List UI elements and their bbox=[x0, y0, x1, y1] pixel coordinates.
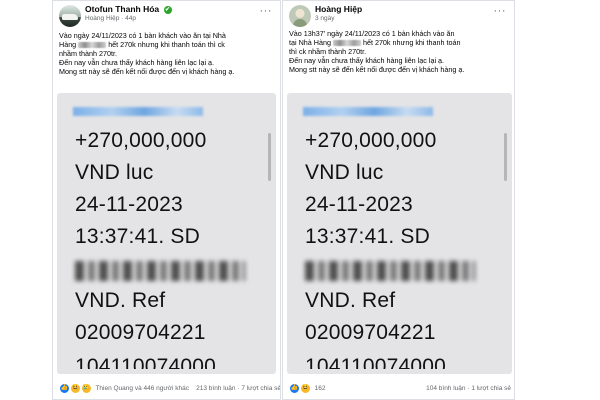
post-subauthor[interactable]: Hoàng Hiệp bbox=[85, 15, 119, 22]
verified-icon: ✔ bbox=[163, 6, 172, 14]
post-time[interactable]: 3 ngày bbox=[315, 15, 335, 22]
reactions-text[interactable]: Thien Quang và 446 người khác bbox=[95, 385, 189, 392]
sms-ref-number: 02009704221 bbox=[305, 321, 436, 344]
reactions[interactable]: 👍 😆 bbox=[289, 383, 311, 394]
more-options-icon[interactable]: ··· bbox=[260, 5, 273, 17]
post-footer: 👍 😆 😢 Thien Quang và 446 người khác 213 … bbox=[59, 383, 281, 397]
like-icon: 👍 bbox=[59, 383, 70, 394]
shares-count[interactable]: 7 lượt chia sẻ bbox=[241, 385, 280, 392]
group-avatar[interactable] bbox=[59, 5, 81, 27]
redacted-sender bbox=[303, 107, 433, 116]
redacted-balance bbox=[305, 261, 475, 281]
facebook-post-left: Otofun Thanh Hóa ✔ Hoàng Hiệp · 44p ··· … bbox=[52, 0, 281, 400]
reactions[interactable]: 👍 😆 😢 bbox=[59, 383, 92, 394]
sms-screenshot[interactable]: +270,000,000 VND luc 24-11-2023 13:37:41… bbox=[287, 93, 512, 374]
sms-amount: +270,000,000 bbox=[75, 129, 207, 152]
post-meta: Hoàng Hiệp · 44p bbox=[85, 15, 136, 22]
sms-ref-number: 02009704221 bbox=[75, 321, 206, 344]
caption-line: tại Nhà Hàng hết 270k nhưng khi thanh to… bbox=[289, 38, 461, 47]
sad-icon: 😢 bbox=[80, 383, 92, 394]
post-header: Hoàng Hiệp 3 ngày ··· bbox=[283, 1, 514, 31]
engagement-counts: 213 bình luận · 7 lượt chia sẻ bbox=[196, 385, 281, 392]
sms-time: 13:37:41. SD bbox=[75, 225, 200, 248]
sms-amount: +270,000,000 bbox=[305, 129, 437, 152]
user-name[interactable]: Hoàng Hiệp bbox=[315, 4, 362, 14]
haha-icon: 😆 bbox=[69, 383, 81, 394]
sms-screenshot[interactable]: +270,000,000 VND luc 24-11-2023 13:37:41… bbox=[57, 93, 276, 374]
sms-time: 13:37:41. SD bbox=[305, 225, 430, 248]
group-name-text[interactable]: Otofun Thanh Hóa bbox=[85, 4, 159, 14]
shares-count[interactable]: 1 lượt chia sẻ bbox=[471, 385, 511, 392]
caption-line: Hàng hết 270k nhưng khi thanh toán thì c… bbox=[59, 40, 225, 49]
caption-line: Vào 13h37' ngày 24/11/2023 có 1 bàn khác… bbox=[289, 29, 455, 38]
user-avatar[interactable] bbox=[289, 5, 311, 27]
sms-ref-label: VND. Ref bbox=[305, 289, 396, 312]
sms-date: 24-11-2023 bbox=[75, 193, 183, 216]
like-icon: 👍 bbox=[289, 383, 300, 394]
sms-tail: 104110074000 bbox=[305, 355, 446, 369]
scrollbar bbox=[504, 133, 507, 181]
reactions-count[interactable]: 162 bbox=[315, 385, 326, 392]
post-time[interactable]: 44p bbox=[125, 15, 136, 22]
sms-date: 24-11-2023 bbox=[305, 193, 413, 216]
caption-line: Vào ngày 24/11/2023 có 1 bàn khách vào ă… bbox=[59, 31, 226, 40]
redacted-name bbox=[332, 40, 361, 46]
caption-line: Mong stt này sẽ đến kết nối được đến vị … bbox=[289, 65, 465, 74]
sms-tail: 104110074000 bbox=[75, 355, 216, 369]
post-header: Otofun Thanh Hóa ✔ Hoàng Hiệp · 44p ··· bbox=[53, 1, 280, 31]
caption-line: Mong stt này sẽ đến kết nối được đến vị … bbox=[59, 67, 235, 76]
caption-line: thì ck nhầm thành 270tr. bbox=[289, 47, 367, 56]
caption-line: nhầm thành 270tr. bbox=[59, 49, 117, 58]
scrollbar bbox=[268, 133, 271, 181]
post-caption: Vào 13h37' ngày 24/11/2023 có 1 bàn khác… bbox=[289, 29, 509, 74]
redacted-balance bbox=[75, 261, 245, 281]
haha-icon: 😆 bbox=[299, 383, 311, 394]
group-name[interactable]: Otofun Thanh Hóa ✔ bbox=[85, 4, 172, 14]
facebook-post-right: Hoàng Hiệp 3 ngày ··· Vào 13h37' ngày 24… bbox=[282, 0, 515, 400]
redacted-sender bbox=[73, 107, 203, 116]
sms-currency: VND luc bbox=[75, 161, 154, 184]
caption-line: Đến nay vẫn chưa thấy khách hàng liên lạ… bbox=[59, 58, 215, 67]
engagement-counts: 104 bình luận · 1 lượt chia sẻ bbox=[426, 385, 511, 392]
post-footer: 👍 😆 162 104 bình luận · 1 lượt chia sẻ bbox=[289, 383, 511, 397]
comments-count[interactable]: 104 bình luận bbox=[426, 385, 465, 392]
redacted-name bbox=[78, 42, 107, 48]
caption-line: Đến nay vẫn chưa thấy khách hàng liên lạ… bbox=[289, 56, 445, 65]
sms-currency: VND luc bbox=[305, 161, 384, 184]
comments-count[interactable]: 213 bình luận bbox=[196, 385, 235, 392]
post-caption: Vào ngày 24/11/2023 có 1 bàn khách vào ă… bbox=[59, 31, 274, 76]
more-options-icon[interactable]: ··· bbox=[494, 5, 507, 17]
post-meta: 3 ngày bbox=[315, 15, 335, 22]
sms-ref-label: VND. Ref bbox=[75, 289, 166, 312]
